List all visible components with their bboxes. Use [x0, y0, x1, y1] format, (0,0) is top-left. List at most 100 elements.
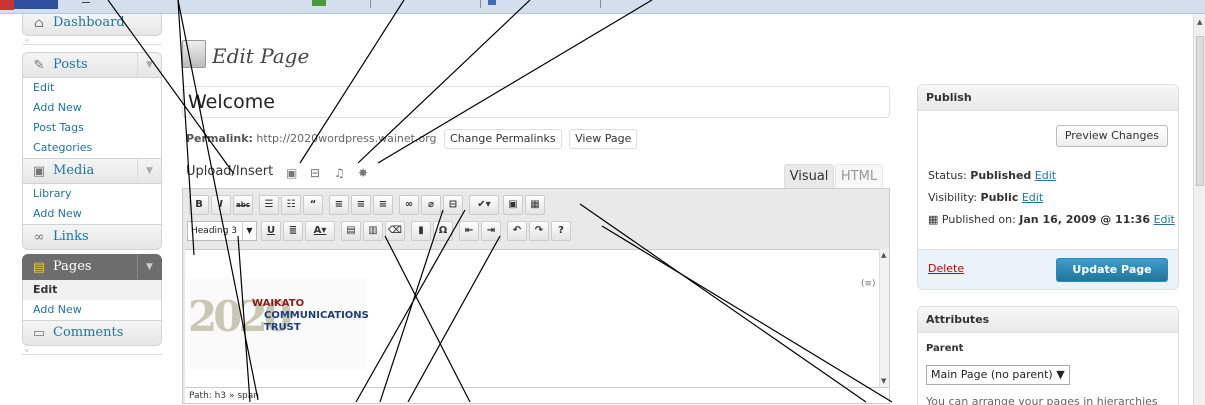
- align-center-icon[interactable]: ≡: [351, 195, 371, 215]
- sidebar-item-posts[interactable]: ✎ Posts ▼: [22, 52, 162, 78]
- insert-link-icon[interactable]: ∞: [399, 195, 419, 215]
- strikethrough-icon[interactable]: abc: [233, 195, 253, 215]
- custom-character-icon[interactable]: Ω: [433, 221, 453, 241]
- chevron-down-icon: ▼: [242, 222, 256, 240]
- update-page-button[interactable]: Update Page: [1056, 258, 1168, 282]
- sidebar-subitem-add-new-post[interactable]: Add New: [23, 98, 161, 118]
- add-media-icon[interactable]: ✸: [358, 166, 368, 180]
- toolbar-icon[interactable]: [488, 0, 496, 5]
- edit-status-link[interactable]: Edit: [1035, 169, 1056, 182]
- sidebar-item-label: Pages: [53, 259, 92, 274]
- underline-icon[interactable]: U: [261, 221, 281, 241]
- change-permalinks-button[interactable]: Change Permalinks: [444, 129, 562, 149]
- paste-text-icon[interactable]: ▤: [341, 221, 361, 241]
- sidebar-subitem-library[interactable]: Library: [23, 184, 161, 204]
- fullscreen-icon[interactable]: ▣: [503, 195, 523, 215]
- tab-html[interactable]: HTML: [835, 164, 883, 188]
- remove-format-icon[interactable]: ⌫: [385, 221, 405, 241]
- justify-icon[interactable]: ≣: [283, 221, 303, 241]
- parent-select[interactable]: Main Page (no parent) ▼: [926, 365, 1070, 385]
- posts-submenu: Edit Add New Post Tags Categories: [22, 78, 162, 158]
- chevron-down-icon[interactable]: ▼: [137, 159, 161, 183]
- sidebar-subitem-edit-pages[interactable]: Edit: [23, 280, 161, 300]
- chevron-down-icon[interactable]: ▼: [137, 53, 161, 77]
- publish-box: Publish Preview Changes Status: Publishe…: [917, 84, 1179, 290]
- site-logo-icon: [14, 0, 58, 9]
- parent-label: Parent: [926, 343, 964, 354]
- logo-text-line-3: TRUST: [264, 322, 301, 333]
- sidebar-item-label: Posts: [53, 57, 88, 72]
- indent-icon[interactable]: ⇥: [481, 221, 501, 241]
- sidebar-subitem-categories[interactable]: Categories: [23, 138, 161, 158]
- app-logo-icon: [0, 0, 14, 10]
- upload-insert-label: Upload/Insert: [186, 164, 274, 179]
- bold-icon[interactable]: B: [189, 195, 209, 215]
- divider: [600, 0, 601, 8]
- align-left-icon[interactable]: ≡: [329, 195, 349, 215]
- spellcheck-icon[interactable]: ✔▾: [469, 195, 499, 215]
- publish-box-title[interactable]: Publish: [918, 85, 1178, 111]
- add-audio-icon[interactable]: ♫: [334, 166, 345, 180]
- browser-toolbar: [0, 0, 1205, 14]
- sidebar-item-links[interactable]: ∞ Links: [22, 224, 162, 250]
- media-submenu: Library Add New: [22, 184, 162, 224]
- page: ⌂ Dashboard ✎ Posts ▼ Edit Add New Post …: [0, 0, 1205, 405]
- sidebar-item-pages[interactable]: ▤ Pages ▼: [22, 254, 162, 280]
- pushpin-icon: ✎: [33, 58, 45, 73]
- format-select[interactable]: Heading 3 ▼: [187, 221, 257, 241]
- calendar-icon: ▦: [928, 213, 939, 226]
- page-title-input[interactable]: Welcome: [182, 86, 890, 118]
- paste-word-icon[interactable]: ▥: [363, 221, 383, 241]
- blockquote-icon[interactable]: “: [303, 195, 323, 215]
- sidebar-item-dashboard[interactable]: ⌂ Dashboard: [22, 14, 162, 36]
- add-image-icon[interactable]: ▣: [286, 166, 297, 180]
- scroll-down-icon[interactable]: ▼: [881, 377, 886, 385]
- editor-resize-icon[interactable]: (≡): [861, 279, 876, 289]
- chevron-down-icon: ▼: [1056, 368, 1065, 381]
- insert-media-icon[interactable]: ▮: [411, 221, 431, 241]
- numbered-list-icon[interactable]: ☷: [281, 195, 301, 215]
- unlink-icon[interactable]: ⌀: [421, 195, 441, 215]
- scroll-up-icon[interactable]: ▲: [881, 251, 886, 259]
- text-color-icon[interactable]: A▾: [305, 221, 335, 241]
- published-label: Published on:: [941, 213, 1016, 226]
- sidebar-item-comments[interactable]: ▭ Comments: [22, 320, 162, 346]
- sidebar-item-media[interactable]: ▣ Media ▼: [22, 158, 162, 184]
- pages-icon: ▤: [32, 260, 46, 275]
- sidebar-subitem-post-tags[interactable]: Post Tags: [23, 118, 161, 138]
- sidebar-subitem-add-new-page[interactable]: Add New: [23, 300, 161, 320]
- chain-link-icon: ∞: [33, 230, 45, 245]
- preview-changes-button[interactable]: Preview Changes: [1055, 125, 1168, 147]
- delete-link[interactable]: Delete: [928, 262, 964, 275]
- tab-visual[interactable]: Visual: [784, 164, 834, 188]
- italic-icon[interactable]: I: [211, 195, 231, 215]
- align-right-icon[interactable]: ≡: [373, 195, 393, 215]
- view-page-button[interactable]: View Page: [569, 129, 638, 149]
- page-scrollbar[interactable]: ▲: [1193, 14, 1205, 405]
- sidebar-subitem-edit-posts[interactable]: Edit: [23, 78, 161, 98]
- sidebar-subitem-add-new-media[interactable]: Add New: [23, 204, 161, 224]
- sidebar-item-label: Media: [53, 163, 95, 178]
- outdent-icon[interactable]: ⇤: [459, 221, 479, 241]
- toolbar-icon[interactable]: [312, 0, 326, 6]
- permalink-url[interactable]: http://2020wordpress.wainet.org: [256, 132, 436, 145]
- admin-sidebar: ⌂ Dashboard ✎ Posts ▼ Edit Add New Post …: [22, 14, 162, 405]
- edit-page-icon: [182, 40, 206, 68]
- edit-visibility-link[interactable]: Edit: [1022, 191, 1043, 204]
- edit-date-link[interactable]: Edit: [1154, 213, 1175, 226]
- undo-icon[interactable]: ↶: [507, 221, 527, 241]
- editor-path: Path: h3 » span: [185, 387, 889, 403]
- add-video-icon[interactable]: ⊟: [310, 166, 320, 180]
- help-icon[interactable]: ?: [551, 221, 571, 241]
- sidebar-item-label: Dashboard: [53, 15, 125, 30]
- chevron-down-icon[interactable]: ▼: [137, 255, 161, 279]
- insert-more-icon[interactable]: ⊟: [443, 195, 463, 215]
- attributes-box-title[interactable]: Attributes: [918, 307, 1178, 333]
- scrollbar-thumb[interactable]: [1196, 36, 1204, 186]
- scroll-up-icon[interactable]: ▲: [1197, 18, 1202, 26]
- bullet-list-icon[interactable]: ☰: [259, 195, 279, 215]
- kitchen-sink-icon[interactable]: ▦: [525, 195, 545, 215]
- editor-scrollbar[interactable]: ▲ ▼: [879, 249, 889, 387]
- redo-icon[interactable]: ↷: [529, 221, 549, 241]
- speech-bubble-icon: ▭: [32, 326, 46, 341]
